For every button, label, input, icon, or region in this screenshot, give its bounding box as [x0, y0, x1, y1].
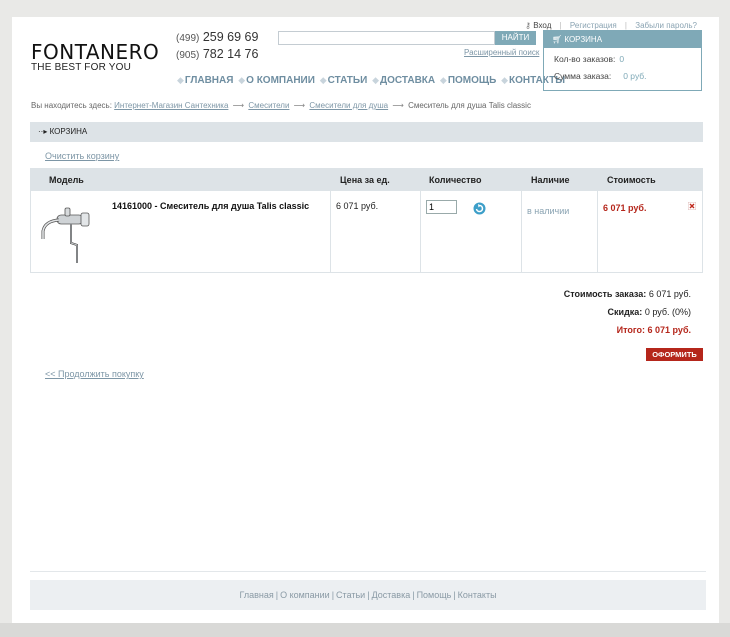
col-quantity-header: Количество	[429, 175, 482, 185]
breadcrumb-arrow-icon: ⟶	[232, 101, 245, 110]
cart-widget-header: 🛒︎ КОРЗИНА	[544, 31, 701, 48]
section-title-bar: ··▸ КОРЗИНА	[30, 122, 703, 142]
breadcrumb-current: Смеситель для душа Talis classic	[408, 101, 531, 110]
section-title: КОРЗИНА	[49, 127, 88, 136]
col-price-header: Цена за ед.	[340, 175, 390, 185]
login-link[interactable]: Вход	[533, 21, 551, 30]
cart-orders-value: 0	[619, 54, 625, 64]
advanced-search-link[interactable]: Расширенный поиск	[464, 48, 539, 57]
cart-sum-label: Сумма заказа:	[554, 71, 612, 81]
section-arrow-icon: ··▸	[38, 127, 48, 136]
continue-shopping-link[interactable]: << Продолжить покупку	[45, 369, 144, 379]
phone-1-number: 259 69 69	[202, 30, 259, 44]
forgot-password-link[interactable]: Забыли пароль?	[635, 21, 697, 30]
cart-widget[interactable]: 🛒︎ КОРЗИНА Кол-во заказов: 0 Сумма заказа…	[543, 30, 702, 91]
order-cost-value: 6 071 руб.	[648, 289, 691, 299]
cart-table: Модель Цена за ед. Количество Наличие Ст…	[30, 168, 703, 273]
phone-2: (905) 782 14 76	[176, 47, 258, 61]
search-input[interactable]	[278, 31, 495, 45]
cart-sum-value: 0 руб.	[623, 71, 647, 81]
breadcrumb-item-mixers[interactable]: Смесители	[248, 101, 289, 110]
product-price: 6 071 руб.	[336, 201, 379, 211]
col-cost-header: Стоимость	[607, 175, 656, 185]
cart-icon: 🛒︎	[552, 35, 563, 44]
availability-status: в наличии	[527, 206, 570, 216]
cart-orders-row: Кол-во заказов: 0	[544, 54, 701, 64]
phone-2-number: 782 14 76	[202, 47, 259, 61]
key-icon: ⚷	[525, 21, 532, 30]
grand-total-label: Итого:	[616, 325, 646, 335]
cart-widget-title: КОРЗИНА	[564, 35, 603, 44]
logo-subtitle: THE BEST FOR YOU	[31, 62, 132, 73]
phone-1-code: (499)	[176, 33, 200, 44]
col-availability-header: Наличие	[531, 175, 570, 185]
page-container: ⚷ Вход | Регистрация | Забыли пароль? FO…	[12, 17, 719, 623]
grand-total-value: 6 071 руб.	[647, 325, 691, 335]
discount-value: 0 руб. (0%)	[644, 307, 691, 317]
footer-divider	[30, 571, 706, 572]
separator: |	[331, 590, 335, 600]
footer-link-delivery[interactable]: Доставка	[372, 590, 411, 600]
nav-bullet-icon: ◆	[501, 75, 508, 85]
refresh-icon[interactable]	[473, 202, 486, 215]
discount-total: Скидка: 0 руб. (0%)	[608, 307, 691, 317]
bottom-band	[0, 623, 730, 637]
footer-link-articles[interactable]: Статьи	[336, 590, 365, 600]
product-image[interactable]	[37, 205, 93, 263]
row-cost: 6 071 руб.	[603, 203, 647, 213]
separator: |	[275, 590, 279, 600]
register-link[interactable]: Регистрация	[570, 21, 617, 30]
logo-title[interactable]: FONTANERO	[31, 40, 159, 64]
breadcrumb-prefix: Вы находитесь здесь:	[31, 101, 112, 110]
breadcrumb-arrow-icon: ⟶	[293, 101, 306, 110]
nav-item-about[interactable]: О КОМПАНИИ	[246, 75, 315, 86]
nav-item-articles[interactable]: СТАТЬИ	[328, 75, 368, 86]
nav-bullet-icon: ◆	[319, 75, 327, 85]
product-name-link[interactable]: 14161000 - Смеситель для душа Talis clas…	[112, 201, 309, 211]
top-links: ⚷ Вход | Регистрация | Забыли пароль?	[525, 21, 697, 30]
cart-table-header: Модель Цена за ед. Количество Наличие Ст…	[31, 169, 702, 191]
table-row: 14161000 - Смеситель для душа Talis clas…	[31, 191, 702, 272]
footer-nav: Главная | О компании | Статьи | Доставка | Помощ…	[30, 580, 706, 610]
order-cost-label: Стоимость заказа:	[563, 289, 647, 299]
nav-item-help[interactable]: ПОМОЩЬ	[448, 75, 496, 86]
grand-total: Итого: 6 071 руб.	[617, 325, 691, 335]
breadcrumb-arrow-icon: ⟶	[392, 101, 404, 110]
cart-orders-label: Кол-во заказов:	[554, 54, 616, 64]
nav-bullet-icon: ◆	[177, 75, 184, 85]
nav-bullet-icon: ◆	[439, 75, 447, 85]
breadcrumb: Вы находитесь здесь: Интернет-Магазин Са…	[31, 101, 531, 110]
remove-item-icon[interactable]	[688, 202, 696, 210]
phone-1: (499) 259 69 69	[176, 30, 258, 44]
separator: |	[367, 590, 370, 600]
quantity-input[interactable]	[426, 200, 457, 214]
footer-link-help[interactable]: Помощь	[417, 590, 452, 600]
nav-bullet-icon: ◆	[372, 75, 379, 85]
checkout-button[interactable]: ОФОРМИТЬ	[646, 348, 703, 361]
breadcrumb-item-shop[interactable]: Интернет-Магазин Сантехника	[114, 101, 228, 110]
phone-2-code: (905)	[176, 50, 200, 61]
nav-bullet-icon: ◆	[238, 75, 246, 85]
footer-link-home[interactable]: Главная	[239, 590, 273, 600]
clear-cart-link[interactable]: Очистить корзину	[45, 151, 119, 161]
footer-link-about[interactable]: О компании	[280, 590, 330, 600]
col-model-header: Модель	[49, 175, 84, 185]
search-button[interactable]: НАЙТИ	[495, 31, 536, 45]
footer-link-contacts[interactable]: Контакты	[458, 590, 497, 600]
separator: |	[559, 21, 562, 30]
separator: |	[453, 590, 456, 600]
breadcrumb-item-shower-mixers[interactable]: Смесители для душа	[309, 101, 388, 110]
order-cost-total: Стоимость заказа: 6 071 руб.	[564, 289, 691, 299]
separator: |	[412, 590, 415, 600]
separator: |	[624, 21, 627, 30]
nav-item-delivery[interactable]: ДОСТАВКА	[380, 75, 435, 86]
main-nav: ◆ГЛАВНАЯ ◆О КОМПАНИИ ◆СТАТЬИ ◆ДОСТАВКА ◆…	[175, 75, 565, 86]
discount-label: Скидка:	[607, 307, 643, 317]
nav-item-home[interactable]: ГЛАВНАЯ	[185, 75, 234, 86]
cart-sum-row: Сумма заказа: 0 руб.	[544, 71, 701, 81]
